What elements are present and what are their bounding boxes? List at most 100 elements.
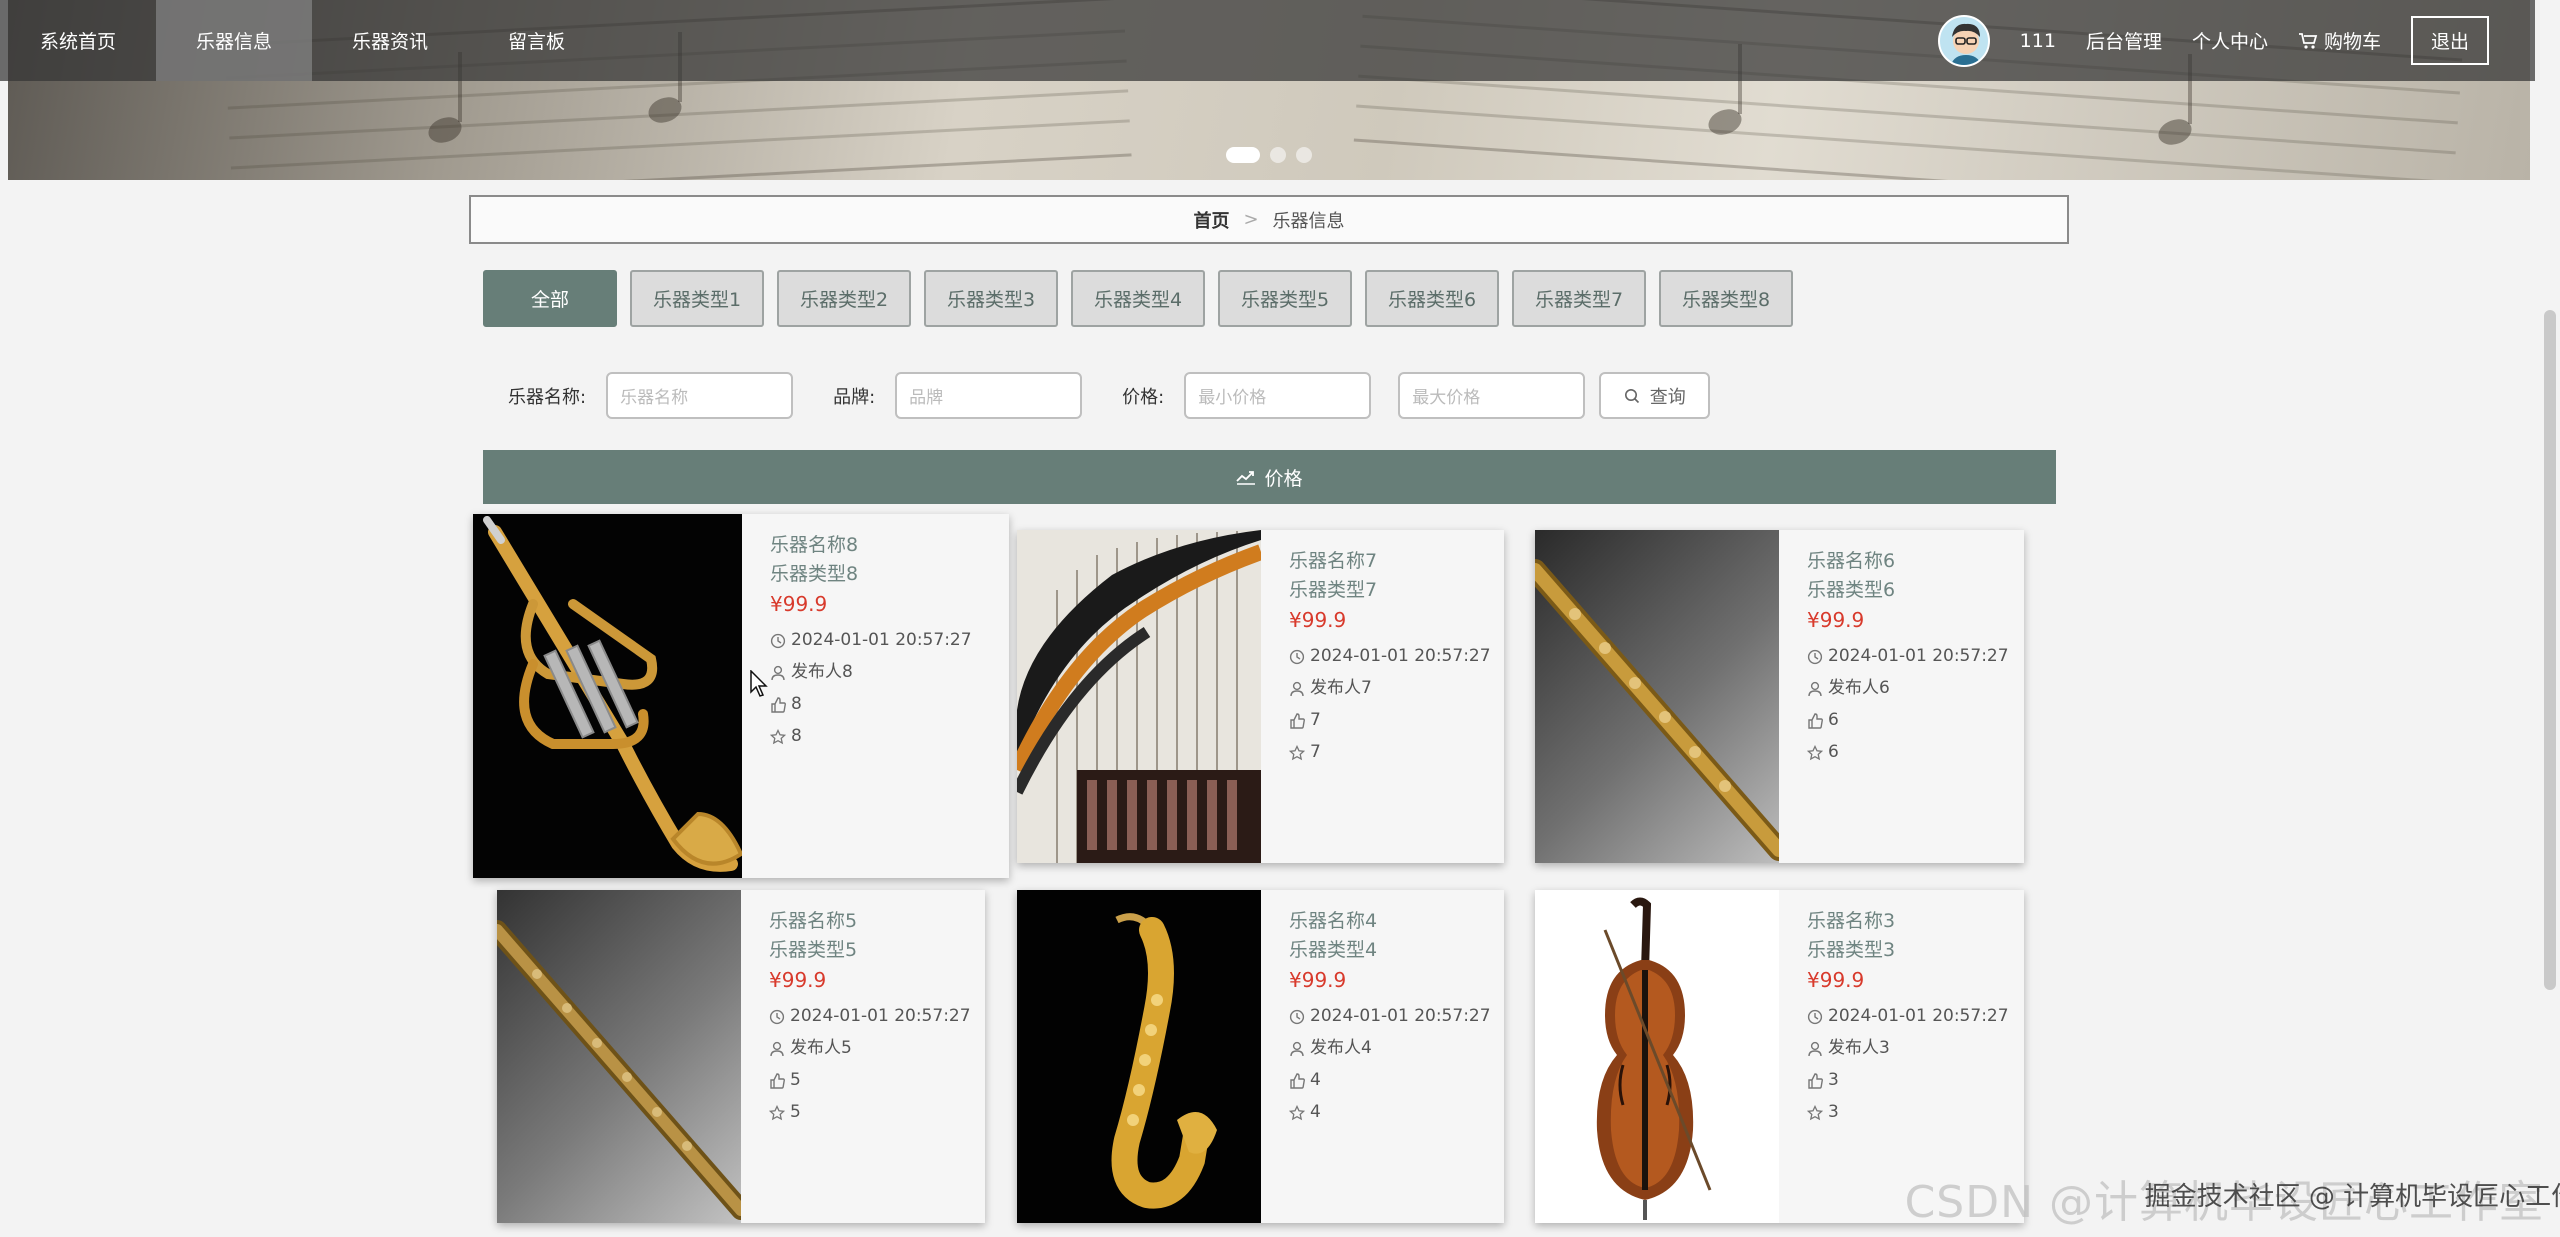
product-card[interactable]: 乐器名称8 乐器类型8 ¥99.9 2024-01-01 20:57:27 发布…: [473, 514, 1009, 878]
brand-input[interactable]: 品牌: [895, 372, 1083, 419]
product-card[interactable]: 乐器名称6 乐器类型6 ¥99.9 2024-01-01 20:57:27 发布…: [1535, 530, 2024, 863]
star-icon[interactable]: [1807, 1104, 1823, 1121]
product-likes: 7: [1310, 710, 1321, 730]
product-name: 乐器名称5: [769, 910, 858, 932]
nav-item-home[interactable]: 系统首页: [0, 0, 156, 81]
thumbs-up-icon[interactable]: [1289, 1072, 1305, 1089]
watermark-overlay: 掘金技术社区 @ 计算机毕设匠心工作室: [2144, 1182, 2560, 1212]
profile-link[interactable]: 个人中心: [2192, 27, 2268, 54]
search-button[interactable]: 查询: [1599, 372, 1711, 419]
product-name: 乐器名称4: [1289, 910, 1378, 932]
category-tab-7[interactable]: 乐器类型7: [1512, 270, 1646, 327]
carousel-indicators: [1226, 147, 1312, 163]
logout-button[interactable]: 退出: [2410, 16, 2489, 65]
clock-icon: [1289, 1009, 1305, 1024]
category-tabs: 全部 乐器类型1 乐器类型2 乐器类型3 乐器类型4 乐器类型5 乐器类型6 乐…: [483, 270, 1793, 327]
product-type: 乐器类型8: [770, 563, 859, 585]
breadcrumb-home[interactable]: 首页: [1193, 207, 1229, 233]
max-price-input[interactable]: 最大价格: [1398, 372, 1586, 419]
product-time: 2024-01-01 20:57:27: [1828, 1006, 2009, 1026]
thumbs-up-icon[interactable]: [1289, 712, 1305, 729]
username: 111: [2019, 29, 2056, 52]
mouse-cursor-icon: [750, 670, 768, 697]
product-publisher: 发布人6: [1828, 678, 1890, 698]
nav-item-message-board[interactable]: 留言板: [468, 0, 605, 81]
category-tab-3[interactable]: 乐器类型3: [924, 270, 1058, 327]
product-time: 2024-01-01 20:57:27: [1310, 1006, 1491, 1026]
user-icon: [770, 1041, 784, 1056]
product-publisher: 发布人8: [791, 662, 853, 682]
star-icon[interactable]: [1289, 744, 1305, 761]
trend-icon: [1236, 471, 1256, 485]
product-price: ¥99.9: [770, 592, 828, 616]
product-type: 乐器类型6: [1807, 579, 1896, 601]
name-input[interactable]: 乐器名称: [606, 372, 794, 419]
clock-icon: [1807, 649, 1823, 664]
product-name: 乐器名称6: [1807, 550, 1896, 572]
thumbs-up-icon[interactable]: [1807, 712, 1823, 729]
product-image-cello: [1535, 890, 1779, 1223]
star-icon[interactable]: [770, 728, 786, 745]
thumbs-up-icon[interactable]: [769, 1072, 785, 1089]
product-likes: 6: [1828, 710, 1839, 730]
product-info: 乐器名称4 乐器类型4 ¥99.9 2024-01-01 20:57:27 发布…: [1261, 890, 1491, 1223]
nav-item-instruments[interactable]: 乐器信息: [156, 0, 313, 81]
star-icon[interactable]: [1807, 744, 1823, 761]
product-price: ¥99.9: [1807, 608, 1865, 632]
category-tab-8[interactable]: 乐器类型8: [1659, 270, 1793, 327]
product-favorites: 8: [791, 726, 802, 746]
breadcrumb: 首页 > 乐器信息: [469, 195, 2069, 244]
category-tab-2[interactable]: 乐器类型2: [777, 270, 911, 327]
product-publisher: 发布人4: [1310, 1038, 1372, 1058]
user-icon: [1290, 1041, 1304, 1056]
thumbs-up-icon[interactable]: [1807, 1072, 1823, 1089]
category-tab-4[interactable]: 乐器类型4: [1071, 270, 1205, 327]
carousel-dot-2[interactable]: [1270, 147, 1286, 163]
product-card[interactable]: 乐器名称5 乐器类型5 ¥99.9 2024-01-01 20:57:27 发布…: [497, 890, 985, 1223]
product-info: 乐器名称5 乐器类型5 ¥99.9 2024-01-01 20:57:27 发布…: [741, 890, 971, 1223]
product-image-soprano-sax: [497, 890, 741, 1223]
product-info: 乐器名称7 乐器类型7 ¥99.9 2024-01-01 20:57:27 发布…: [1261, 530, 1491, 863]
product-image-harp: [1017, 530, 1261, 863]
nav-item-news[interactable]: 乐器资讯: [312, 0, 468, 81]
clock-icon: [769, 1009, 785, 1024]
product-name: 乐器名称3: [1807, 910, 1896, 932]
cart-link[interactable]: 购物车: [2298, 27, 2381, 54]
product-image-saxophone: [1017, 890, 1261, 1223]
sort-by-price-button[interactable]: 价格: [483, 450, 2056, 504]
product-favorites: 5: [790, 1102, 801, 1122]
product-name: 乐器名称8: [770, 534, 859, 556]
product-likes: 8: [791, 694, 802, 714]
star-icon[interactable]: [1289, 1104, 1305, 1121]
product-card[interactable]: 乐器名称4 乐器类型4 ¥99.9 2024-01-01 20:57:27 发布…: [1017, 890, 1504, 1223]
avatar[interactable]: [1937, 14, 1990, 67]
product-image-trumpet: [473, 514, 742, 878]
product-image-soprano-sax: [1535, 530, 1779, 863]
category-tab-1[interactable]: 乐器类型1: [630, 270, 764, 327]
admin-link[interactable]: 后台管理: [2086, 27, 2162, 54]
product-publisher: 发布人3: [1828, 1038, 1890, 1058]
carousel-dot-3[interactable]: [1296, 147, 1312, 163]
product-favorites: 7: [1310, 742, 1321, 762]
product-likes: 5: [790, 1070, 801, 1090]
name-label: 乐器名称:: [508, 386, 587, 408]
page-scrollbar[interactable]: [2544, 310, 2556, 990]
min-price-input[interactable]: 最小价格: [1184, 372, 1372, 419]
carousel-dot-1[interactable]: [1226, 147, 1260, 163]
product-favorites: 6: [1828, 742, 1839, 762]
category-tab-6[interactable]: 乐器类型6: [1365, 270, 1499, 327]
category-tab-all[interactable]: 全部: [483, 270, 617, 327]
clock-icon: [1289, 649, 1305, 664]
brand-label: 品牌:: [833, 386, 876, 408]
product-time: 2024-01-01 20:57:27: [790, 1006, 971, 1026]
star-icon[interactable]: [769, 1104, 785, 1121]
product-time: 2024-01-01 20:57:27: [1310, 646, 1491, 666]
product-likes: 3: [1828, 1070, 1839, 1090]
category-tab-5[interactable]: 乐器类型5: [1218, 270, 1352, 327]
product-card[interactable]: 乐器名称7 乐器类型7 ¥99.9 2024-01-01 20:57:27 发布…: [1017, 530, 1504, 863]
thumbs-up-icon[interactable]: [770, 696, 786, 713]
top-nav: 系统首页 乐器信息 乐器资讯 留言板 111 后台管理 个人中心 购物车 退出: [0, 0, 2535, 81]
clock-icon: [1807, 1009, 1823, 1024]
cart-icon: [2298, 32, 2318, 49]
cart-label: 购物车: [2323, 31, 2381, 53]
